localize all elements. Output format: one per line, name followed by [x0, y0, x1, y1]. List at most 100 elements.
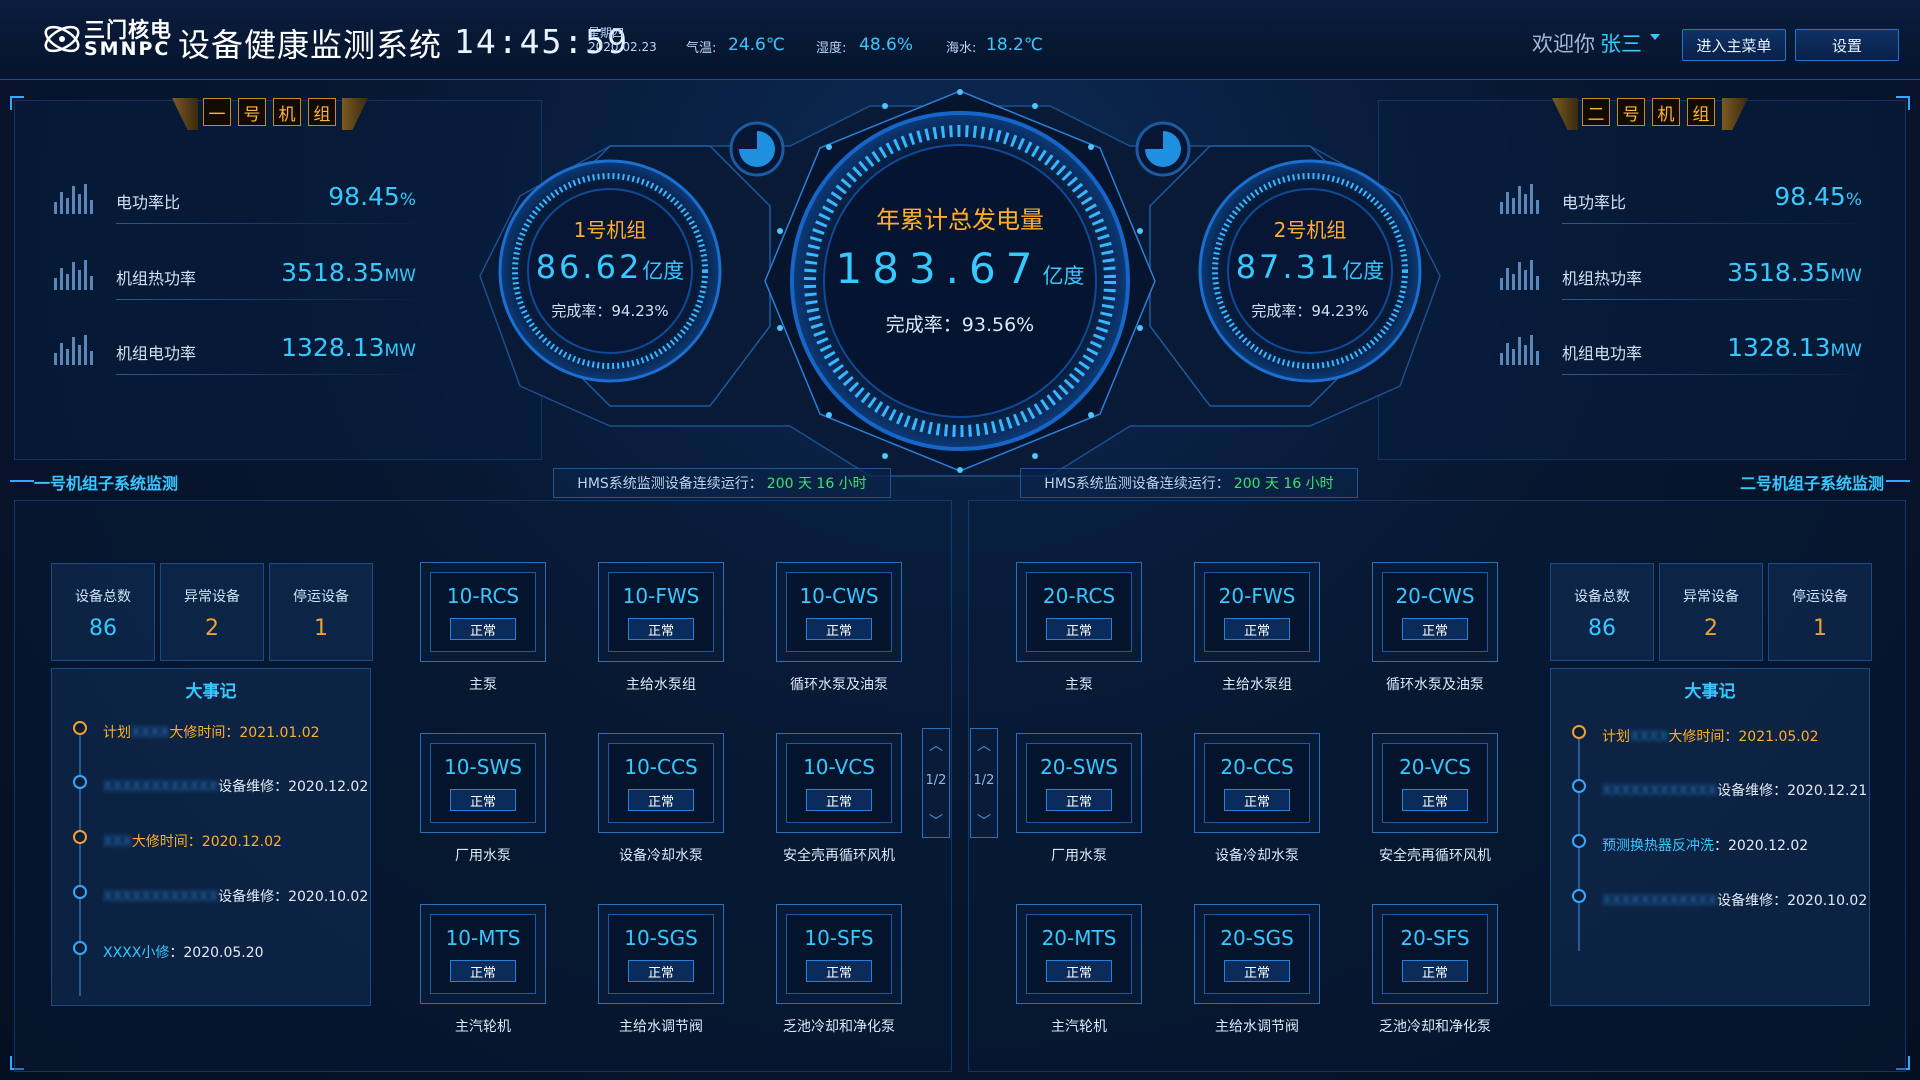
stat-label: 电功率比 — [1562, 193, 1627, 212]
equipment-card[interactable]: 10-SFS 正常 乏池冷却和净化泵 — [776, 904, 902, 1035]
unit2-tag-char: 二 — [1582, 98, 1610, 126]
equipment-card[interactable]: 10-CCS 正常 设备冷却水泵 — [598, 733, 724, 864]
unit1-stat-power-ratio: 电功率比 98.45% — [54, 170, 416, 224]
equipment-card[interactable]: 20-SFS 正常 乏池冷却和净化泵 — [1372, 904, 1498, 1035]
event-dot-icon — [1572, 779, 1586, 793]
equipment-card[interactable]: 10-FWS 正常 主给水泵组 — [598, 562, 724, 693]
equipment-card[interactable]: 10-MTS 正常 主汽轮机 — [420, 904, 546, 1035]
sea-label: 海水: — [946, 41, 977, 56]
stat-label: 机组热功率 — [116, 269, 197, 288]
stat-value: 1328.13MW — [1727, 333, 1862, 362]
event-item[interactable]: XXXXXXXXXXXX设备维修：2020.10.02 — [1602, 890, 1867, 910]
equipment-card[interactable]: 20-CCS 正常 设备冷却水泵 — [1194, 733, 1320, 864]
user-name[interactable]: 张三 — [1600, 28, 1642, 58]
logo-english-text: SMNPC — [84, 38, 171, 60]
unit2-tag-char: 机 — [1652, 98, 1680, 126]
equipment-card[interactable]: 20-SWS 正常 厂用水泵 — [1016, 733, 1142, 864]
event-dot-icon — [73, 775, 87, 789]
status-badge: 正常 — [806, 618, 872, 640]
unit2-total-devices-card[interactable]: 设备总数 86 — [1550, 563, 1654, 661]
event-item[interactable]: XXX大修时间：2020.12.02 — [103, 831, 282, 851]
settings-button[interactable]: 设置 — [1795, 29, 1899, 61]
event-item[interactable]: XXXXXXXXXXXX设备维修：2020.12.21 — [1602, 780, 1867, 800]
chevron-down-icon[interactable]: ﹀ — [929, 811, 943, 831]
status-badge: 正常 — [450, 789, 516, 811]
unit2-abnormal-devices-card[interactable]: 异常设备 2 — [1659, 563, 1763, 661]
bar-chart-icon — [1500, 331, 1544, 365]
status-badge: 正常 — [628, 789, 694, 811]
status-badge: 正常 — [450, 618, 516, 640]
status-badge: 正常 — [806, 960, 872, 982]
unit2-pager[interactable]: ︿ 1/2 ﹀ — [970, 728, 998, 838]
equipment-card[interactable]: 20-MTS 正常 主汽轮机 — [1016, 904, 1142, 1035]
event-item[interactable]: XXXXXXXXXXXX设备维修：2020.10.02 — [103, 886, 368, 906]
chevron-down-icon[interactable]: ﹀ — [977, 811, 991, 831]
temp-value: 24.6℃ — [728, 35, 785, 55]
events-title: 大事记 — [185, 682, 237, 702]
unit1-tag-char: 机 — [273, 98, 301, 126]
equipment-card[interactable]: 10-VCS 正常 安全壳再循环风机 — [776, 733, 902, 864]
event-item[interactable]: 计划XXXX大修时间：2021.01.02 — [103, 722, 320, 742]
chevron-up-icon[interactable]: ︿ — [977, 735, 991, 755]
equipment-card[interactable]: 20-SGS 正常 主给水调节阀 — [1194, 904, 1320, 1035]
center-gauge-value: 183.67亿度 — [835, 244, 1085, 293]
status-badge: 正常 — [1224, 789, 1290, 811]
header-bar: 三门核电 SMNPC 设备健康监测系统 14:45:59 星期四 2020.02… — [0, 0, 1920, 80]
unit2-events-panel: 大事记 计划XXXX大修时间：2021.05.02 XXXXXXXXXXXX设备… — [1550, 668, 1870, 1006]
chevron-up-icon[interactable]: ︿ — [929, 735, 943, 755]
unit1-tag-char: 一 — [203, 98, 231, 126]
bar-chart-icon — [54, 256, 98, 290]
unit1-tag-char: 组 — [308, 98, 336, 126]
stat-label: 机组电功率 — [116, 344, 197, 363]
welcome-text: 欢迎你 — [1532, 32, 1595, 56]
status-badge: 正常 — [1402, 960, 1468, 982]
unit1-stopped-devices-card[interactable]: 停运设备 1 — [269, 563, 373, 661]
unit2-stopped-devices-card[interactable]: 停运设备 1 — [1768, 563, 1872, 661]
unit2-hms-runtime: HMS系统监测设备连续运行： 200 天 16 小时 — [1020, 468, 1358, 498]
unit2-section-title: 二号机组子系统监测 — [1740, 474, 1885, 493]
unit1-total-devices-card[interactable]: 设备总数 86 — [51, 563, 155, 661]
equipment-card[interactable]: 10-CWS 正常 循环水泵及油泵 — [776, 562, 902, 693]
stat-label: 电功率比 — [116, 193, 181, 212]
dashboard: 三门核电 SMNPC 设备健康监测系统 14:45:59 星期四 2020.02… — [0, 0, 1920, 1080]
equipment-card[interactable]: 10-SGS 正常 主给水调节阀 — [598, 904, 724, 1035]
events-title: 大事记 — [1684, 682, 1736, 702]
temp-label: 气温: — [686, 41, 717, 56]
equipment-card[interactable]: 20-CWS 正常 循环水泵及油泵 — [1372, 562, 1498, 693]
center-gauge-rate: 完成率：93.56% — [885, 314, 1035, 336]
date: 2020.02.23 — [588, 40, 657, 54]
event-item[interactable]: XXXX小修：2020.05.20 — [103, 942, 264, 962]
equipment-card[interactable]: 20-VCS 正常 安全壳再循环风机 — [1372, 733, 1498, 864]
equipment-card[interactable]: 20-FWS 正常 主给水泵组 — [1194, 562, 1320, 693]
unit2-tag-char: 号 — [1617, 98, 1645, 126]
left-gauge-value: 86.62亿度 — [535, 248, 685, 286]
right-gauge-value: 87.31亿度 — [1235, 248, 1385, 286]
status-badge: 正常 — [628, 960, 694, 982]
unit1-abnormal-devices-card[interactable]: 异常设备 2 — [160, 563, 264, 661]
equipment-card[interactable]: 20-RCS 正常 主泵 — [1016, 562, 1142, 693]
user-dropdown-chevron-icon[interactable] — [1650, 34, 1660, 40]
left-gauge-rate: 完成率：94.23% — [551, 302, 669, 320]
status-badge: 正常 — [1046, 960, 1112, 982]
stat-value: 98.45% — [1774, 182, 1862, 211]
equipment-card[interactable]: 10-SWS 正常 厂用水泵 — [420, 733, 546, 864]
unit1-pager[interactable]: ︿ 1/2 ﹀ — [922, 728, 950, 838]
right-gauge-title: 2号机组 — [1273, 218, 1347, 242]
main-menu-button[interactable]: 进入主菜单 — [1682, 29, 1786, 61]
unit1-tag: 一 号 机 组 — [203, 98, 336, 126]
event-item[interactable]: 预测换热器反冲洗：2020.12.02 — [1602, 835, 1808, 855]
event-dot-icon — [73, 941, 87, 955]
event-item[interactable]: XXXXXXXXXXXX设备维修：2020.12.02 — [103, 776, 368, 796]
system-title: 设备健康监测系统 — [178, 26, 443, 64]
unit2-tag-char: 组 — [1687, 98, 1715, 126]
equipment-card[interactable]: 10-RCS 正常 主泵 — [420, 562, 546, 693]
event-item[interactable]: 计划XXXX大修时间：2021.05.02 — [1602, 726, 1819, 746]
status-badge: 正常 — [806, 789, 872, 811]
unit1-tag-char: 号 — [238, 98, 266, 126]
sea-value: 18.2℃ — [986, 35, 1043, 55]
unit2-tag: 二 号 机 组 — [1582, 98, 1715, 126]
event-dot-icon — [1572, 889, 1586, 903]
unit1-hms-runtime: HMS系统监测设备连续运行： 200 天 16 小时 — [553, 468, 891, 498]
bar-chart-icon — [54, 180, 98, 214]
status-badge: 正常 — [1402, 789, 1468, 811]
